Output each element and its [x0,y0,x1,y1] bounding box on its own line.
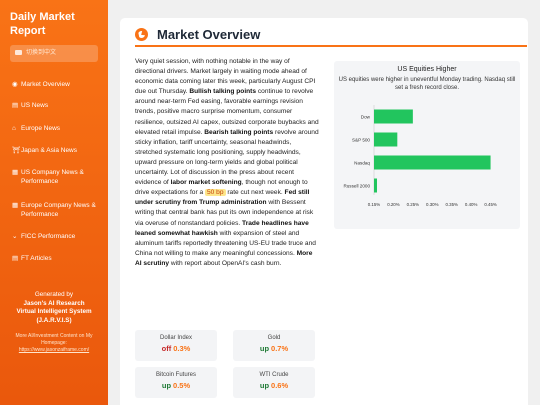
x-tick-label: 0.25% [407,202,420,207]
metric-value: 0.5% [173,381,191,390]
brand-title: Daily Market Report [10,11,75,37]
sidebar-item-ft-articles[interactable]: ▤ FT Articles [12,254,104,263]
bar-s-p-500 [374,132,398,147]
homepage-note: More AI/Investment Content on My Homepag… [4,333,104,353]
metric-direction: off [161,344,172,353]
sidebar-item-europe-news[interactable]: ⌂ Europe News [12,124,104,133]
sidebar-item-label: US News [21,102,49,109]
chart-line-icon: ⌄ [12,233,18,240]
article-emphasis: Bullish talking points [189,88,257,96]
sidebar-item-label: Europe News [21,125,61,132]
sidebar-item-ficc-performance[interactable]: ⌄ FICC Performance [12,232,104,241]
metric-card-wti-crude: WTI Crude up 0.6% [233,367,315,398]
sidebar-item-label: FICC Performance [21,233,76,240]
page-title: Market Overview [157,27,261,42]
building-icon: ▦ [12,169,19,176]
article-text: with report about OpenAI's cash burn. [169,259,282,267]
homepage-text: More AI/Investment Content on My Homepag… [15,333,93,346]
torii-icon: ⛩ [12,147,21,154]
metric-value: 0.7% [271,344,289,353]
metric-card-dollar-index: Dollar Index off 0.3% [135,330,217,361]
sidebar-item-us-company-news[interactable]: ▦ US Company News & Performance [12,168,104,186]
x-tick-label: 0.20% [387,202,400,207]
sidebar: Daily Market Report 切换到中文 ◉ Market Overvi… [0,0,108,405]
metric-card-gold: Gold up 0.7% [233,330,315,361]
sidebar-footer: Generated by Jason's AI Research Virtual… [4,291,104,353]
metric-value: 0.3% [173,344,191,353]
metric-label: Bitcoin Futures [155,372,197,378]
metric-value: 0.6% [271,381,289,390]
generated-by-label: Generated by [34,291,74,298]
overview-article: Very quiet session, with nothing notable… [135,57,319,269]
article-text: revolve around sticky inflation, tariff … [135,128,319,187]
system-name: Virtual Intelligent System [16,308,92,316]
sidebar-item-label: Market Overview [21,81,70,88]
highlight-badge: 50 bp [205,189,226,197]
article-emphasis: labor market softening [170,179,242,187]
article-emphasis: Bearish talking points [204,128,274,136]
bar-russell-2000 [374,178,377,193]
globe-icon [135,28,148,41]
category-label: Dow [361,114,371,119]
bar-dow [374,109,413,124]
sidebar-item-label: US Company News & Performance [21,169,84,185]
metric-label: Dollar Index [159,335,192,341]
globe-icon: ◉ [12,81,18,88]
category-label: S&P 500 [352,137,370,142]
main-panel: Market Overview Very quiet session, with… [120,18,528,405]
sidebar-item-market-overview[interactable]: ◉ Market Overview [12,80,104,89]
bar-nasdaq [374,155,491,170]
homepage-link[interactable]: https://www.jasonzaiframe.com/ [4,347,104,354]
page-header: Market Overview [135,27,260,42]
x-tick-label: 0.35% [445,202,458,207]
sidebar-item-europe-company-news[interactable]: ▦ Europe Company News & Performance [12,201,104,219]
metric-card-bitcoin-futures: Bitcoin Futures up 0.5% [135,367,217,398]
metric-direction: up [259,344,270,353]
flag-icon: ▤ [12,102,19,109]
metric-direction: up [259,381,270,390]
title-divider [135,45,527,47]
category-label: Nasdaq [354,160,370,165]
sidebar-item-label: Japan & Asia News [21,147,78,154]
sidebar-item-label: Europe Company News & Performance [21,202,96,218]
metric-direction: up [161,381,172,390]
sidebar-item-label: FT Articles [21,255,52,262]
equities-bar-chart: Dow S&P 500 Nasdaq Russell 2000 0.15% 0.20% 0.… [343,105,497,207]
metric-label: WTI Crude [259,372,289,378]
x-tick-label: 0.15% [368,202,381,207]
x-tick-label: 0.30% [426,202,439,207]
x-tick-label: 0.45% [484,202,497,207]
author-name: Jason's AI Research [23,299,85,307]
article-text: rate cut next week. [225,189,285,197]
sidebar-item-japan-asia-news[interactable]: ⛩ Japan & Asia News [12,146,104,155]
equities-chart-card: US Equities Higher US equities were high… [334,61,520,229]
metric-label: Gold [267,335,281,341]
category-label: Russell 2000 [343,183,370,188]
newspaper-icon: ▤ [12,255,19,262]
sidebar-item-us-news[interactable]: ▤ US News [12,101,104,110]
language-toggle-label: 切换到中文 [26,50,57,56]
jarvis-label: (J.A.R.V.I.S) [36,316,72,324]
language-icon [15,49,22,55]
language-toggle-button[interactable]: 切换到中文 [10,45,98,62]
x-tick-label: 0.40% [465,202,478,207]
bank-icon: ⌂ [12,125,16,132]
building-icon: ▦ [12,202,19,209]
